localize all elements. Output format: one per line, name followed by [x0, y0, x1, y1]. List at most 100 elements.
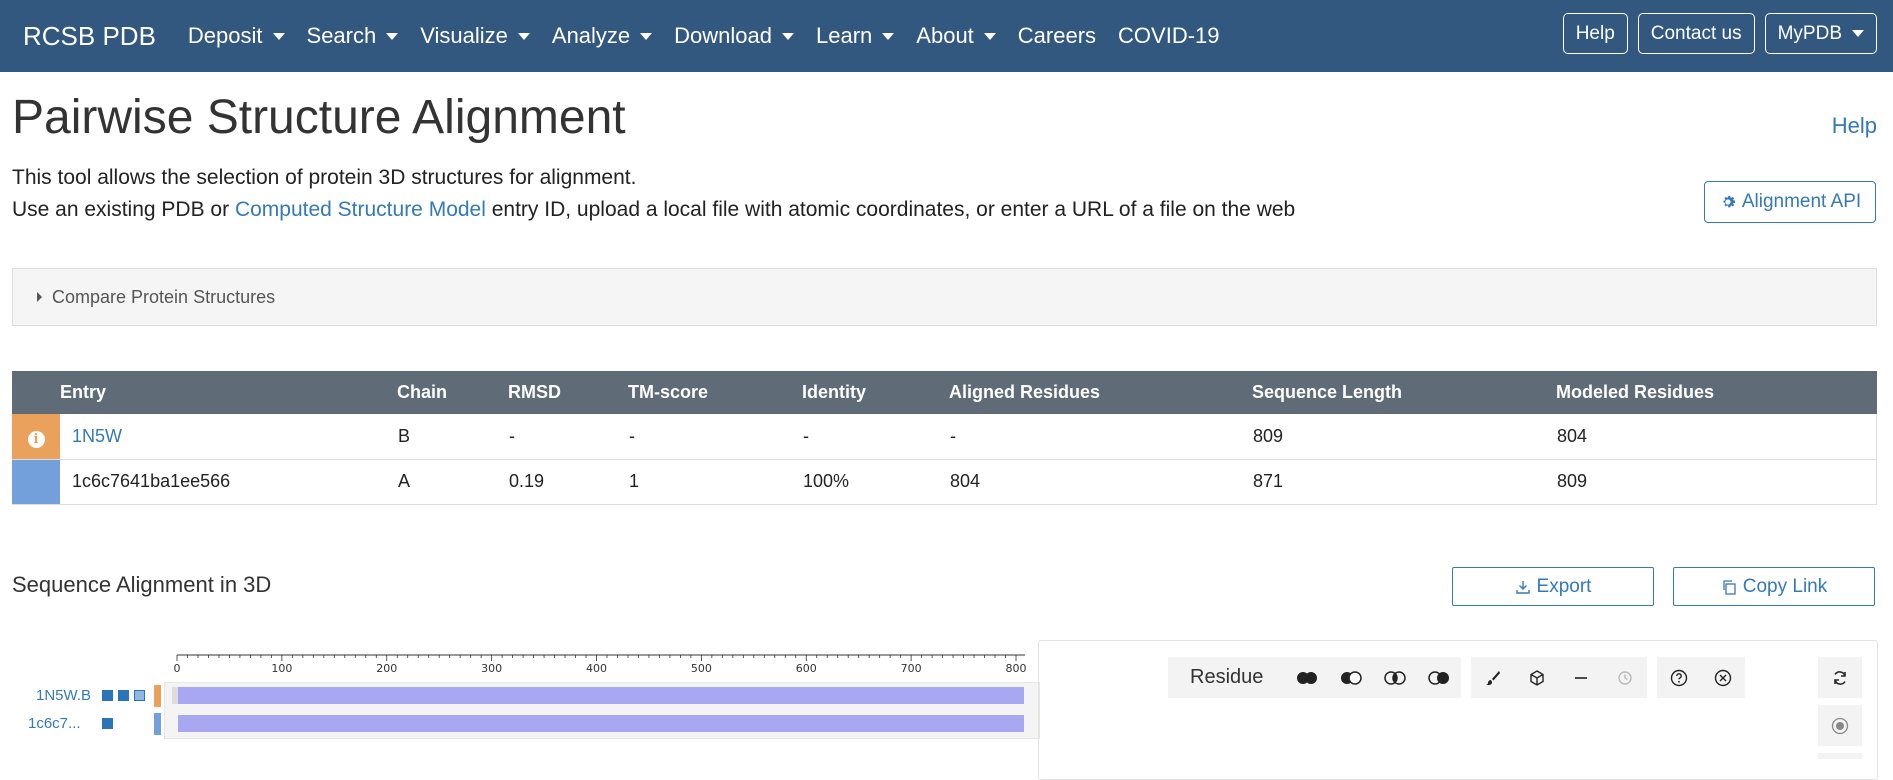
nav-label: Learn	[816, 23, 873, 48]
nav-menu: Deposit Search Visualize Analyze Downloa…	[188, 23, 1242, 49]
brand-logo[interactable]: RCSB PDB	[23, 21, 156, 52]
col-entry: Entry	[60, 371, 397, 414]
alignment-api-label: Alignment API	[1741, 191, 1862, 212]
table-row: i 1N5W B - - - - 809 804	[12, 414, 1877, 460]
nav-visualize[interactable]: Visualize	[420, 23, 530, 49]
sequence-section-title: Sequence Alignment in 3D	[12, 572, 272, 597]
copy-link-button[interactable]: Copy Link	[1673, 567, 1875, 606]
alignment-block-1c6c7[interactable]	[178, 715, 1024, 732]
mypdb-button[interactable]: MyPDB	[1764, 13, 1877, 54]
cell-seqlen: 809	[1252, 414, 1556, 460]
download-icon	[1515, 580, 1530, 594]
export-button[interactable]: Export	[1452, 567, 1654, 606]
nav-help-button[interactable]: Help	[1562, 13, 1628, 54]
nav-download[interactable]: Download	[674, 23, 795, 49]
col-aligned-residues: Aligned Residues	[949, 371, 1252, 414]
target-color-swatch[interactable]	[12, 459, 60, 505]
alignment-block-1n5w[interactable]	[178, 687, 1024, 704]
more-controls-button[interactable]	[1818, 753, 1862, 759]
table-row: 1c6c7641ba1ee566 A 0.19 1 100% 804 871 8…	[12, 459, 1877, 505]
selection-mode-select[interactable]: Residue	[1168, 666, 1285, 689]
cell-tm-score: 1	[628, 459, 802, 505]
intro-text: This tool allows the selection of protei…	[12, 162, 1295, 226]
help-circle-icon[interactable]	[1657, 657, 1701, 698]
top-navbar: RCSB PDB Deposit Search Visualize Analyz…	[0, 0, 1893, 72]
entry-link[interactable]: 1N5W	[72, 426, 122, 446]
toolbar-gap	[1461, 657, 1472, 698]
union-icon[interactable]	[1285, 657, 1329, 698]
col-identity: Identity	[802, 371, 949, 414]
ruler-tick-label: 400	[586, 662, 607, 673]
cell-identity: -	[802, 414, 949, 460]
reset-view-icon[interactable]	[1818, 657, 1862, 698]
mypdb-label: MyPDB	[1777, 22, 1842, 44]
alignment-results-table: Entry Chain RMSD TM-score Identity Align…	[12, 371, 1877, 505]
track-square-icon[interactable]	[118, 690, 129, 701]
caret-down-icon	[1852, 30, 1864, 37]
nav-label: Deposit	[187, 23, 263, 48]
cell-tm-score: -	[628, 414, 802, 460]
reference-track-color	[154, 685, 161, 707]
ruler-tick-label: 300	[481, 662, 502, 673]
nav-learn[interactable]: Learn	[816, 23, 895, 49]
cell-rmsd: 0.19	[508, 459, 628, 505]
cell-chain: B	[397, 414, 508, 460]
track-label-1c6c7[interactable]: 1c6c7...	[28, 715, 81, 732]
sequence-feature-viewer: 0 100 200 300 400 500 600 700 800 1N5W.B 1c6c7..…	[12, 645, 1040, 760]
cell-modeled: 809	[1556, 459, 1877, 505]
color-column-header	[12, 371, 60, 414]
nav-careers[interactable]: Careers	[1018, 23, 1096, 49]
compare-label: Compare Protein Structures	[52, 286, 276, 307]
copy-link-label: Copy Link	[1742, 575, 1828, 597]
brush-icon[interactable]	[1471, 657, 1515, 698]
ruler-tick-label: 200	[376, 662, 397, 673]
track-square-icon[interactable]	[134, 690, 145, 701]
alignment-api-button[interactable]: Alignment API	[1704, 181, 1876, 223]
contact-us-button[interactable]: Contact us	[1637, 13, 1755, 54]
position-ruler: 0 100 200 300 400 500 600 700 800	[174, 654, 1027, 673]
nav-about[interactable]: About	[916, 23, 996, 49]
nav-label: Download	[674, 23, 773, 48]
viewer-toolbar: Residue	[1168, 657, 1746, 698]
spin-icon[interactable]	[1818, 705, 1862, 746]
close-circle-icon[interactable]	[1701, 657, 1745, 698]
copy-icon	[1723, 579, 1736, 595]
cube-icon[interactable]	[1515, 657, 1559, 698]
export-label: Export	[1536, 575, 1592, 597]
caret-down-icon	[983, 32, 996, 40]
track-label-1n5w[interactable]: 1N5W.B	[36, 687, 91, 704]
nav-deposit[interactable]: Deposit	[188, 23, 285, 49]
subtract-icon[interactable]	[1329, 657, 1373, 698]
nav-label: Search	[306, 23, 377, 48]
nav-covid[interactable]: COVID-19	[1118, 23, 1219, 49]
target-track-color	[154, 713, 161, 735]
col-sequence-length: Sequence Length	[1252, 371, 1556, 414]
cell-aligned: 804	[949, 459, 1252, 505]
intro-text-part: Use an existing PDB or	[12, 198, 235, 221]
set-icon[interactable]	[1417, 657, 1461, 698]
cell-chain: A	[397, 459, 508, 505]
caret-down-icon	[882, 32, 895, 40]
intro-line-2: Use an existing PDB or Computed Structur…	[12, 194, 1295, 226]
compare-structures-toggle[interactable]: Compare Protein Structures	[12, 268, 1877, 326]
intersect-icon[interactable]	[1373, 657, 1417, 698]
nav-label: Analyze	[551, 23, 631, 48]
caret-down-icon	[517, 32, 530, 40]
ruler-tick-label: 0	[174, 662, 181, 673]
col-chain: Chain	[397, 371, 508, 414]
caret-down-icon	[272, 32, 285, 40]
minus-icon[interactable]	[1559, 657, 1603, 698]
computed-structure-model-link[interactable]: Computed Structure Model	[235, 198, 486, 221]
ruler-tick-label: 600	[796, 662, 817, 673]
nav-search[interactable]: Search	[307, 23, 399, 49]
col-rmsd: RMSD	[508, 371, 628, 414]
track-square-icon[interactable]	[102, 690, 113, 701]
reference-color-swatch[interactable]: i	[12, 414, 60, 460]
info-icon[interactable]: i	[27, 430, 45, 448]
nav-analyze[interactable]: Analyze	[551, 23, 653, 49]
page-help-link[interactable]: Help	[1832, 113, 1877, 139]
history-icon	[1603, 657, 1647, 698]
track-square-icon[interactable]	[102, 718, 113, 729]
ruler-tick-label: 800	[1006, 662, 1027, 673]
cell-rmsd: -	[508, 414, 628, 460]
